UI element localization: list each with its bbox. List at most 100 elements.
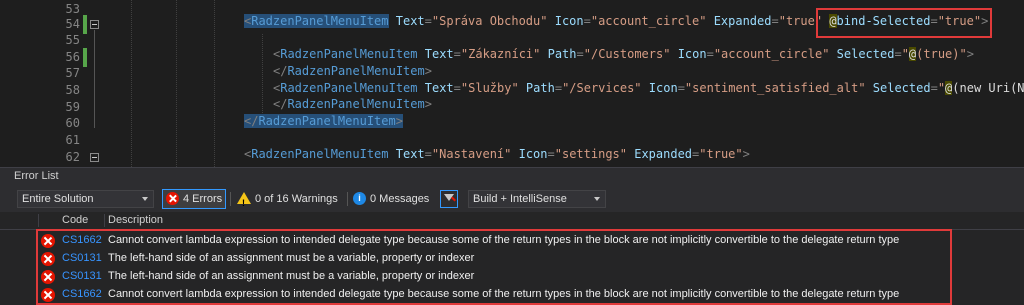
info-icon: i [353, 191, 366, 205]
code-token: = [930, 81, 938, 95]
code-token: "true" [699, 147, 743, 161]
code-token: "settings" [554, 147, 627, 161]
error-list-panel: Error List Entire Solution 4 Errors 0 of… [0, 167, 1024, 305]
code-token: </ [273, 97, 288, 111]
warnings-count-label: 0 of 16 Warnings [255, 193, 338, 205]
code-token: = [576, 47, 584, 61]
highlight-box-bind-selected [816, 8, 992, 38]
error-list-title-bar: Error List [0, 167, 1024, 186]
code-token: "account_circle" [713, 47, 830, 61]
code-token: (new Uri(Na [952, 81, 1024, 95]
code-token: Icon [554, 14, 584, 28]
code-token: Text [424, 47, 454, 61]
chevron-down-icon [594, 197, 600, 201]
column-separator [104, 214, 105, 227]
code-line-62: <RadzenPanelMenuItem Text="Nastavení" Ic… [244, 145, 750, 164]
build-source-dropdown[interactable]: Build + IntelliSense [468, 190, 606, 208]
code-token: RadzenPanelMenuItem [287, 64, 425, 78]
code-token: > [424, 97, 432, 111]
code-token: = [554, 81, 563, 95]
code-token: RadzenPanelMenuItem [258, 114, 396, 128]
error-list-title: Error List [14, 170, 59, 182]
toolbar-separator [347, 192, 348, 206]
change-marker [83, 15, 87, 34]
column-header-description[interactable]: Description [108, 214, 163, 226]
code-token: </ [244, 114, 259, 128]
fold-toggle-icon[interactable] [90, 153, 99, 162]
indent-guide [262, 34, 264, 119]
messages-filter-button[interactable]: i 0 Messages [353, 189, 433, 209]
code-token: "Služby" [460, 81, 519, 95]
code-token: "Správa Obchodu" [431, 14, 548, 28]
code-token: = [547, 147, 555, 161]
code-token: Icon [648, 81, 678, 95]
code-token: = [424, 147, 432, 161]
line-number-gutter: 53 54 55 56 57 58 59 60 61 62 [0, 0, 84, 167]
code-token: "account_circle" [590, 14, 707, 28]
code-token: Selected [872, 81, 931, 95]
code-token: = [424, 14, 432, 28]
code-token: = [583, 14, 591, 28]
code-token: " [937, 81, 946, 95]
fold-range-line [94, 30, 95, 128]
code-token: RadzenPanelMenuItem [287, 97, 425, 111]
error-icon [166, 191, 179, 205]
code-token: RadzenPanelMenuItem [280, 81, 418, 95]
highlight-box-errors [36, 229, 952, 305]
code-token: > [424, 64, 432, 78]
build-source-value: Build + IntelliSense [473, 193, 567, 205]
code-token: Path [547, 47, 577, 61]
scope-dropdown[interactable]: Entire Solution [17, 190, 154, 208]
code-token: " [901, 47, 909, 61]
fold-toggle-icon[interactable] [90, 20, 99, 29]
indent-guide [131, 0, 133, 167]
error-list-header: Code Description [0, 212, 1024, 230]
code-token: RadzenPanelMenuItem [251, 14, 389, 28]
code-token: Expanded [634, 147, 693, 161]
errors-count-label: 4 Errors [183, 193, 223, 205]
code-token: "/Customers" [583, 47, 671, 61]
code-line-60: </RadzenPanelMenuItem> [244, 112, 403, 131]
code-editor[interactable]: 53 54 55 56 57 58 59 60 61 62 <RadzenPan… [0, 0, 1024, 167]
code-token: = [453, 47, 461, 61]
code-token: "Zákazníci" [460, 47, 541, 61]
messages-count-label: 0 Messages [370, 193, 430, 205]
code-token: = [677, 81, 685, 95]
clear-filter-icon[interactable] [440, 190, 458, 208]
code-token: Path [525, 81, 555, 95]
scope-value: Entire Solution [22, 193, 94, 205]
error-list-toolbar: Entire Solution 4 Errors 0 of 16 Warning… [0, 186, 1024, 213]
code-token: "/Services" [562, 81, 642, 95]
code-token: > [395, 114, 403, 128]
code-token: > [966, 47, 974, 61]
code-token: Text [395, 14, 425, 28]
errors-filter-button[interactable]: 4 Errors [162, 189, 226, 209]
code-token: Icon [518, 147, 548, 161]
code-token: </ [273, 64, 288, 78]
column-header-code[interactable]: Code [62, 214, 88, 226]
code-token: Text [395, 147, 425, 161]
change-marker [83, 48, 87, 67]
code-token: Selected [836, 47, 895, 61]
code-token: = [894, 47, 902, 61]
indent-guide [176, 0, 178, 167]
code-token: Text [424, 81, 454, 95]
line-number: 62 [65, 150, 80, 164]
code-token: RadzenPanelMenuItem [251, 147, 389, 161]
code-token: = [453, 81, 461, 95]
warnings-filter-button[interactable]: 0 of 16 Warnings [237, 189, 347, 213]
code-token: > [742, 147, 750, 161]
code-token: Expanded [713, 14, 772, 28]
code-token: = [771, 14, 779, 28]
